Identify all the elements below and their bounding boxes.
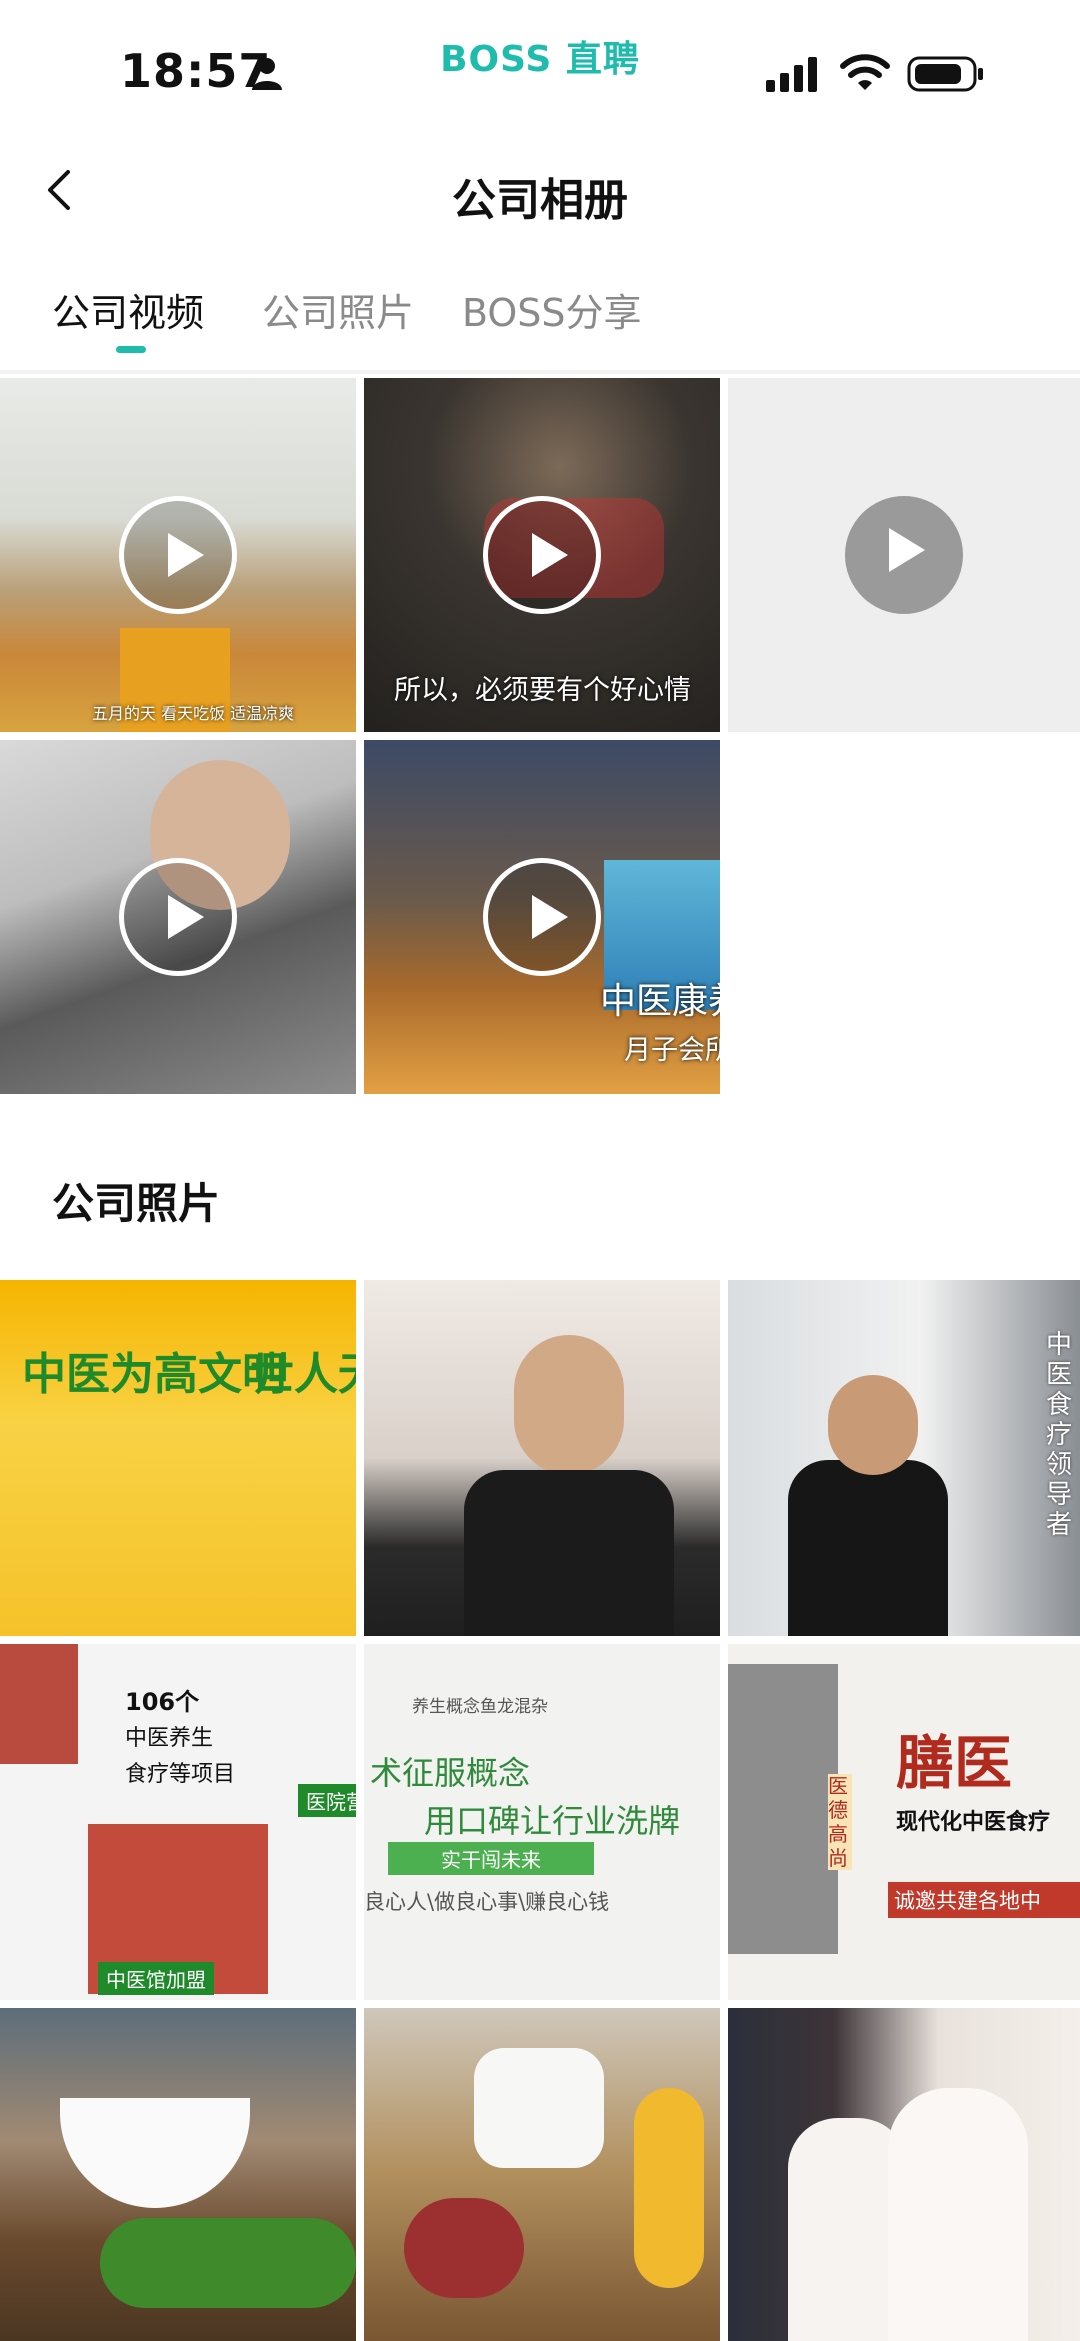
photo-thumbnail[interactable]: 中医食疗领导者 bbox=[728, 1280, 1080, 1636]
video-thumbnail[interactable]: 所以，必须要有个好心情 bbox=[364, 378, 720, 732]
video-thumbnail[interactable]: 五月的天 看天吃饭 适温凉爽 bbox=[0, 378, 356, 732]
section-title-photos: 公司照片 bbox=[52, 1179, 221, 1228]
photo-text: 中医食疗领导者 bbox=[1046, 1330, 1073, 1540]
photo-text: 中医馆加盟 bbox=[98, 1962, 214, 1995]
photo-text: 世人无 bbox=[250, 1349, 356, 1400]
play-icon[interactable] bbox=[845, 496, 963, 614]
video-caption: 所以，必须要有个好心情 bbox=[394, 675, 691, 706]
photo-text: 膳医 bbox=[896, 1729, 1013, 1797]
wifi-icon bbox=[840, 54, 890, 90]
play-icon[interactable] bbox=[483, 858, 601, 976]
video-thumbnail[interactable] bbox=[0, 740, 356, 1094]
play-icon[interactable] bbox=[119, 858, 237, 976]
video-caption: 五月的天 看天吃饭 适温凉爽 bbox=[92, 704, 295, 723]
dancer-right bbox=[888, 2088, 1028, 2341]
photo-text: 实干闯未来 bbox=[388, 1842, 594, 1875]
photo-thumbnail[interactable] bbox=[364, 2008, 720, 2341]
photo-thumbnail[interactable]: 养生概念鱼龙混杂 术征服概念 用口碑让行业洗牌 实干闯未来 良心人\做良心事\赚… bbox=[364, 1644, 720, 2000]
photo-thumbnail[interactable] bbox=[364, 1280, 720, 1636]
corn-cob bbox=[634, 2088, 704, 2288]
battery-icon bbox=[907, 56, 983, 92]
photo-inset bbox=[728, 1664, 838, 1954]
photo-text: 中医为高文明 bbox=[22, 1349, 286, 1400]
album-tabs: 公司视频 公司照片 BOSS分享 bbox=[0, 270, 1080, 360]
photo-text: 诚邀共建各地中 bbox=[888, 1882, 1080, 1918]
photo-text: 良心人\做良心事\赚良心钱 bbox=[364, 1890, 610, 1914]
photo-text: 106个 bbox=[125, 1688, 200, 1716]
video-caption-secondary: 月子会所 bbox=[624, 1035, 720, 1066]
video-thumbnail[interactable]: 中医康养 月子会所 bbox=[364, 740, 720, 1094]
play-icon[interactable] bbox=[483, 496, 601, 614]
play-icon[interactable] bbox=[119, 496, 237, 614]
cellular-signal-icon bbox=[766, 57, 817, 92]
tab-boss-share[interactable]: BOSS分享 bbox=[462, 282, 642, 337]
photo-text: 医院营 bbox=[298, 1784, 356, 1817]
photo-thumbnail[interactable] bbox=[0, 2008, 356, 2341]
photo-text: 食疗等项目 bbox=[125, 1762, 236, 1787]
active-tab-indicator bbox=[116, 346, 146, 353]
tab-company-videos[interactable]: 公司视频 bbox=[52, 282, 204, 337]
photo-text: 养生概念鱼龙混杂 bbox=[412, 1697, 548, 1717]
page-title: 公司相册 bbox=[452, 175, 628, 226]
vegetables bbox=[100, 2218, 356, 2308]
photo-text: 医德高尚 bbox=[828, 1774, 852, 1870]
photo-inset bbox=[0, 1644, 78, 1764]
photo-text: 现代化中医食疗 bbox=[896, 1810, 1051, 1835]
presenter-suit bbox=[788, 1460, 948, 1636]
photo-text: 用口碑让行业洗牌 bbox=[424, 1802, 681, 1840]
photo-thumbnail[interactable]: 106个 中医养生 食疗等项目 中医馆加盟 医院营 bbox=[0, 1644, 356, 2000]
photo-text: 中医养生 bbox=[125, 1726, 214, 1751]
photo-text: 术征服概念 bbox=[370, 1754, 531, 1792]
video-caption: 中医康养 bbox=[600, 981, 720, 1022]
photo-thumbnail[interactable]: 中医为高文明 世人无 bbox=[0, 1280, 356, 1636]
speaker-suit bbox=[464, 1470, 674, 1636]
ceramic-pot bbox=[474, 2048, 604, 2168]
status-bar: 18:57 BOSS 直聘 bbox=[0, 0, 1080, 130]
tabs-divider bbox=[0, 370, 1080, 374]
presenter-face bbox=[828, 1375, 918, 1475]
red-dates bbox=[404, 2198, 524, 2298]
speaker-face bbox=[514, 1335, 624, 1475]
photo-thumbnail[interactable] bbox=[728, 2008, 1080, 2341]
nav-bar: 公司相册 bbox=[0, 140, 1080, 240]
soup-bowl bbox=[60, 2098, 250, 2208]
video-thumbnail[interactable] bbox=[728, 378, 1080, 732]
tab-company-photos[interactable]: 公司照片 bbox=[262, 282, 414, 337]
photo-thumbnail[interactable]: 膳医 现代化中医食疗 诚邀共建各地中 医德高尚 bbox=[728, 1644, 1080, 2000]
